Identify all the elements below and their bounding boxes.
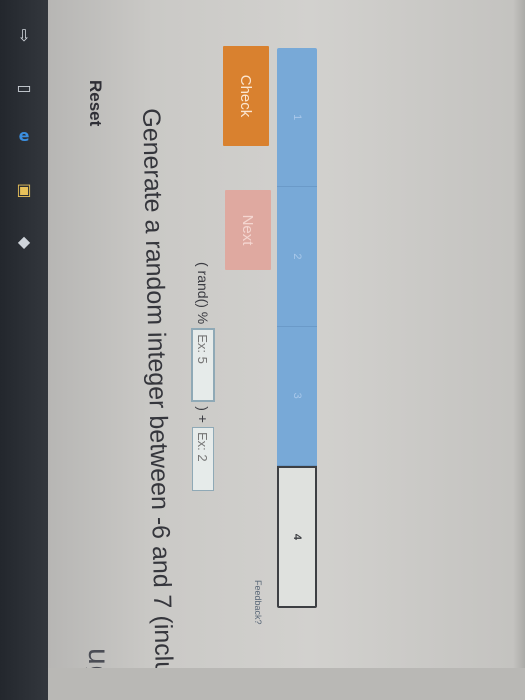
input-indicator-icon[interactable]: ⇩ <box>10 24 38 46</box>
feedback-link[interactable]: Feedback? <box>253 580 263 625</box>
task-view-icon[interactable]: ▭ <box>10 76 38 98</box>
reset-link[interactable]: Reset <box>85 80 105 126</box>
expression-prefix: ( rand() % <box>195 262 211 325</box>
rotated-page: ugel. Reset Generate a random integer be… <box>48 0 525 700</box>
level-progress-bar: 1 2 3 4 <box>277 48 317 608</box>
question-prompt: Generate a random integer between -6 and… <box>137 108 180 700</box>
browser-content: ugel. Reset Generate a random integer be… <box>48 0 525 700</box>
file-explorer-icon[interactable]: ▣ <box>10 178 38 200</box>
page-bottom-strip <box>48 668 525 700</box>
screen-edge-shadow <box>513 0 525 700</box>
progress-level-3[interactable]: 3 <box>277 326 317 466</box>
edge-browser-icon[interactable]: e <box>10 124 38 146</box>
offset-input[interactable] <box>192 426 214 491</box>
store-icon[interactable]: ◆ <box>10 230 38 252</box>
next-button[interactable]: Next <box>225 190 271 270</box>
progress-level-1[interactable]: 1 <box>277 48 317 188</box>
expression-middle: ) + <box>195 406 211 423</box>
windows-taskbar: ⇩ ▭ e ▣ ◆ <box>0 0 48 700</box>
progress-level-2[interactable]: 2 <box>277 187 317 327</box>
expression-row: ( rand() % ) + <box>189 262 217 495</box>
check-button[interactable]: Check <box>223 46 269 146</box>
modulus-input[interactable] <box>191 328 215 403</box>
progress-level-4[interactable]: 4 <box>277 465 317 608</box>
